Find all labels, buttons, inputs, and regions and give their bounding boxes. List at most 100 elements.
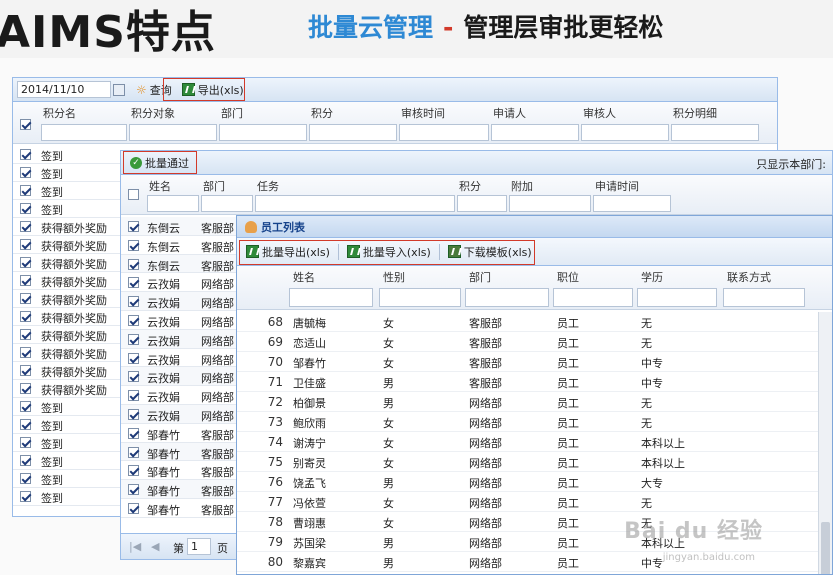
approval-header-row: 姓名 部门 任务 积分 附加 申请时间 bbox=[121, 175, 832, 215]
column-filter-input[interactable] bbox=[219, 124, 307, 141]
row-checkbox[interactable] bbox=[128, 296, 139, 308]
column-filter-input[interactable] bbox=[289, 288, 373, 307]
table-row[interactable]: 73 鲍欣雨 女 网络部 员工 无 bbox=[237, 412, 818, 432]
sex-cell: 男 bbox=[383, 557, 394, 570]
row-checkbox[interactable] bbox=[128, 371, 139, 383]
dept-cell: 客服部 bbox=[469, 357, 502, 370]
approve-highlight bbox=[123, 151, 197, 174]
table-row[interactable]: 70 邹春竹 女 客服部 员工 中专 bbox=[237, 352, 818, 372]
calendar-icon[interactable] bbox=[113, 83, 125, 96]
column-filter-input[interactable] bbox=[41, 124, 127, 141]
row-checkbox[interactable] bbox=[128, 258, 139, 270]
column-filter-input[interactable] bbox=[399, 124, 489, 141]
page-input[interactable]: 1 bbox=[187, 538, 211, 555]
table-row[interactable]: 74 谢涛宁 女 网络部 员工 本科以上 bbox=[237, 432, 818, 452]
name-cell: 云孜娟 bbox=[147, 372, 180, 386]
position-cell: 员工 bbox=[557, 517, 579, 530]
column-header: 积分 bbox=[311, 107, 333, 120]
row-checkbox[interactable] bbox=[20, 293, 31, 304]
column-filter-input[interactable] bbox=[593, 195, 671, 212]
row-checkbox[interactable] bbox=[20, 203, 31, 214]
row-checkbox[interactable] bbox=[128, 352, 139, 364]
row-checkbox[interactable] bbox=[128, 333, 139, 345]
row-checkbox[interactable] bbox=[20, 221, 31, 232]
row-checkbox[interactable] bbox=[128, 427, 139, 439]
education-cell: 无 bbox=[641, 497, 652, 510]
row-checkbox[interactable] bbox=[20, 257, 31, 268]
table-row[interactable]: 68 唐毓梅 女 客服部 员工 无 bbox=[237, 312, 818, 332]
column-filter-input[interactable] bbox=[509, 195, 591, 212]
column-filter-input[interactable] bbox=[465, 288, 549, 307]
points-name-cell: 签到 bbox=[41, 492, 63, 505]
row-checkbox[interactable] bbox=[20, 473, 31, 484]
row-number: 71 bbox=[267, 375, 283, 389]
row-checkbox[interactable] bbox=[128, 503, 139, 514]
row-checkbox[interactable] bbox=[20, 401, 31, 412]
table-row[interactable]: 77 冯依萱 女 网络部 员工 无 bbox=[237, 492, 818, 512]
dept-cell: 网络部 bbox=[469, 417, 502, 430]
column-filter-input[interactable] bbox=[201, 195, 253, 212]
column-filter-input[interactable] bbox=[457, 195, 507, 212]
name-cell: 东倒云 bbox=[147, 240, 180, 254]
row-checkbox[interactable] bbox=[20, 185, 31, 196]
name-cell: 冯依萱 bbox=[293, 497, 326, 510]
column-filter-input[interactable] bbox=[553, 288, 633, 307]
row-checkbox[interactable] bbox=[20, 383, 31, 394]
row-checkbox[interactable] bbox=[128, 239, 139, 251]
column-filter-input[interactable] bbox=[723, 288, 805, 307]
row-checkbox[interactable] bbox=[20, 365, 31, 376]
row-checkbox[interactable] bbox=[128, 465, 139, 477]
name-cell: 邹春竹 bbox=[293, 357, 326, 370]
row-checkbox[interactable] bbox=[128, 221, 139, 232]
column-filter-input[interactable] bbox=[671, 124, 759, 141]
points-name-cell: 签到 bbox=[41, 474, 63, 487]
page-subtitle: 批量云管理 - 管理层审批更轻松 bbox=[308, 8, 663, 44]
table-row[interactable]: 71 卫佳盛 男 客服部 员工 中专 bbox=[237, 372, 818, 392]
column-filter-input[interactable] bbox=[581, 124, 669, 141]
row-checkbox[interactable] bbox=[128, 315, 139, 326]
column-filter-input[interactable] bbox=[255, 195, 455, 212]
row-checkbox[interactable] bbox=[20, 491, 31, 502]
approval-select-all[interactable] bbox=[128, 189, 139, 200]
row-checkbox[interactable] bbox=[20, 419, 31, 430]
row-checkbox[interactable] bbox=[20, 455, 31, 466]
name-cell: 别寄灵 bbox=[293, 457, 326, 470]
scrollbar-thumb[interactable] bbox=[821, 522, 830, 574]
row-checkbox[interactable] bbox=[20, 239, 31, 250]
dept-cell: 网络部 bbox=[201, 353, 234, 367]
column-filter-input[interactable] bbox=[129, 124, 217, 141]
select-all-checkbox[interactable] bbox=[20, 119, 31, 130]
row-checkbox[interactable] bbox=[128, 277, 139, 289]
table-row[interactable]: 69 恋适山 女 客服部 员工 无 bbox=[237, 332, 818, 352]
row-checkbox[interactable] bbox=[20, 167, 31, 178]
row-checkbox[interactable] bbox=[128, 484, 139, 496]
column-filter-input[interactable] bbox=[147, 195, 199, 212]
row-checkbox[interactable] bbox=[20, 311, 31, 322]
row-checkbox[interactable] bbox=[20, 437, 31, 448]
row-checkbox[interactable] bbox=[20, 149, 31, 160]
row-number: 73 bbox=[267, 415, 283, 429]
table-row[interactable]: 75 别寄灵 女 网络部 员工 本科以上 bbox=[237, 452, 818, 472]
row-checkbox[interactable] bbox=[20, 347, 31, 358]
position-cell: 员工 bbox=[557, 397, 579, 410]
column-filter-input[interactable] bbox=[379, 288, 461, 307]
prev-page-icon[interactable]: ◀ bbox=[151, 540, 159, 553]
row-checkbox[interactable] bbox=[128, 390, 139, 402]
row-checkbox[interactable] bbox=[128, 446, 139, 458]
row-checkbox[interactable] bbox=[20, 329, 31, 340]
sex-cell: 女 bbox=[383, 417, 394, 430]
points-name-cell: 签到 bbox=[41, 420, 63, 433]
column-filter-input[interactable] bbox=[309, 124, 397, 141]
table-row[interactable]: 72 柏御景 男 网络部 员工 无 bbox=[237, 392, 818, 412]
column-filter-input[interactable] bbox=[491, 124, 579, 141]
date-field[interactable]: 2014/11/10 bbox=[17, 81, 111, 98]
baidu-watermark: Bai du 经验 bbox=[624, 519, 763, 544]
row-checkbox[interactable] bbox=[128, 409, 139, 420]
column-filter-input[interactable] bbox=[637, 288, 717, 307]
first-page-icon[interactable]: |◀ bbox=[129, 540, 141, 553]
education-cell: 中专 bbox=[641, 557, 663, 570]
dept-cell: 网络部 bbox=[469, 557, 502, 570]
table-row[interactable]: 76 饶孟飞 男 网络部 员工 大专 bbox=[237, 472, 818, 492]
employee-scrollbar[interactable] bbox=[818, 312, 832, 574]
row-checkbox[interactable] bbox=[20, 275, 31, 286]
